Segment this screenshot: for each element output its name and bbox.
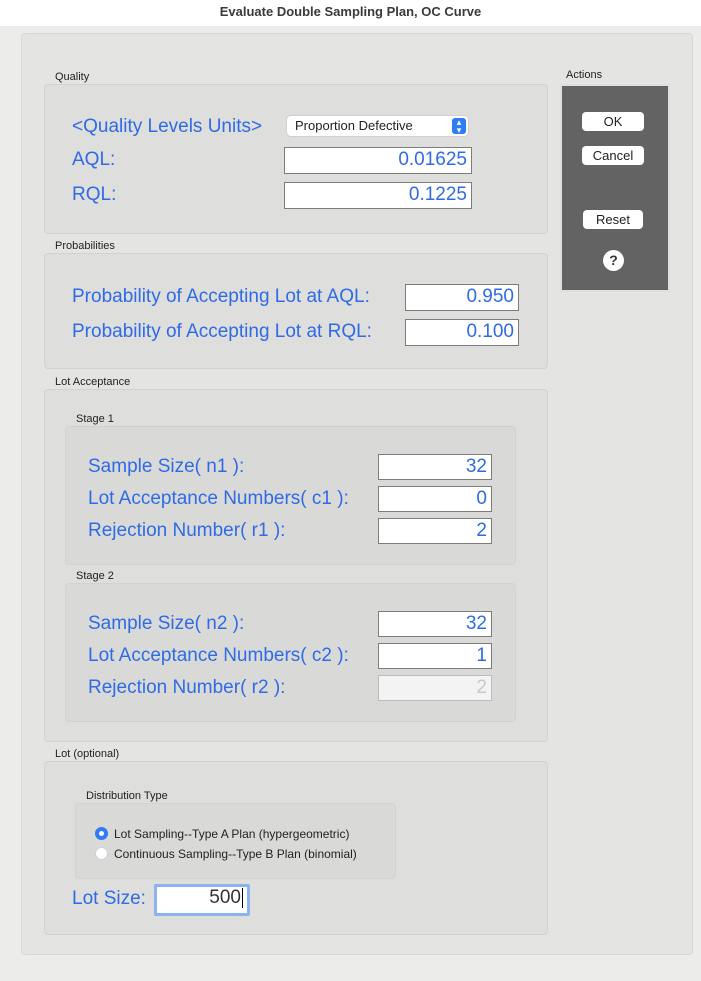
radio-type-a[interactable]: Lot Sampling--Type A Plan (hypergeometri…	[95, 827, 349, 841]
lot-size-value: 500	[209, 887, 241, 908]
radio-type-b[interactable]: Continuous Sampling--Type B Plan (binomi…	[95, 847, 357, 861]
prob-aql-input[interactable]: 0.950	[405, 284, 519, 311]
distribution-type-group	[75, 803, 396, 879]
rql-input[interactable]: 0.1225	[284, 182, 472, 209]
probabilities-group-label: Probabilities	[55, 240, 115, 252]
radio-type-b-label: Continuous Sampling--Type B Plan (binomi…	[114, 847, 357, 861]
quality-units-select[interactable]: Proportion Defective ▴ ▾	[287, 116, 468, 136]
distribution-type-label: Distribution Type	[86, 790, 168, 802]
stage2-label: Stage 2	[76, 570, 114, 582]
radio-unselected-icon	[95, 847, 108, 860]
actions-group-label: Actions	[566, 69, 603, 81]
rql-label: RQL:	[72, 184, 117, 205]
quality-group-label: Quality	[55, 71, 90, 83]
text-caret	[242, 887, 243, 908]
radio-selected-icon	[95, 827, 108, 840]
probabilities-group	[44, 253, 548, 369]
r1-input[interactable]: 2	[378, 518, 492, 544]
lot-size-label: Lot Size:	[72, 888, 146, 909]
window-title: Evaluate Double Sampling Plan, OC Curve	[0, 0, 701, 26]
lot-group-label: Lot (optional)	[55, 748, 120, 760]
aql-label: AQL:	[72, 149, 116, 170]
ok-button[interactable]: OK	[582, 112, 644, 131]
stage1-label: Stage 1	[76, 413, 114, 425]
c2-input[interactable]: 1	[378, 643, 492, 669]
lot-size-input[interactable]: 500	[154, 884, 250, 916]
r2-label: Rejection Number( r2 ):	[88, 677, 286, 698]
chevron-updown-icon: ▴ ▾	[452, 118, 466, 135]
n1-input[interactable]: 32	[378, 454, 492, 480]
c1-input[interactable]: 0	[378, 486, 492, 512]
prob-rql-input[interactable]: 0.100	[405, 319, 519, 346]
lot-acceptance-group-label: Lot Acceptance	[55, 376, 131, 388]
c2-label: Lot Acceptance Numbers( c2 ):	[88, 645, 349, 666]
help-icon[interactable]: ?	[603, 250, 624, 271]
prob-aql-label: Probability of Accepting Lot at AQL:	[72, 286, 370, 307]
c1-label: Lot Acceptance Numbers( c1 ):	[88, 488, 349, 509]
n1-label: Sample Size( n1 ):	[88, 456, 245, 477]
aql-input[interactable]: 0.01625	[284, 147, 472, 174]
prob-rql-label: Probability of Accepting Lot at RQL:	[72, 321, 372, 342]
radio-type-a-label: Lot Sampling--Type A Plan (hypergeometri…	[114, 827, 350, 841]
quality-units-label: <Quality Levels Units>	[72, 116, 263, 137]
cancel-button[interactable]: Cancel	[582, 146, 644, 165]
n2-label: Sample Size( n2 ):	[88, 613, 245, 634]
quality-units-value: Proportion Defective	[295, 118, 413, 133]
r2-input: 2	[378, 675, 492, 701]
reset-button[interactable]: Reset	[583, 210, 643, 229]
r1-label: Rejection Number( r1 ):	[88, 520, 286, 541]
n2-input[interactable]: 32	[378, 611, 492, 637]
